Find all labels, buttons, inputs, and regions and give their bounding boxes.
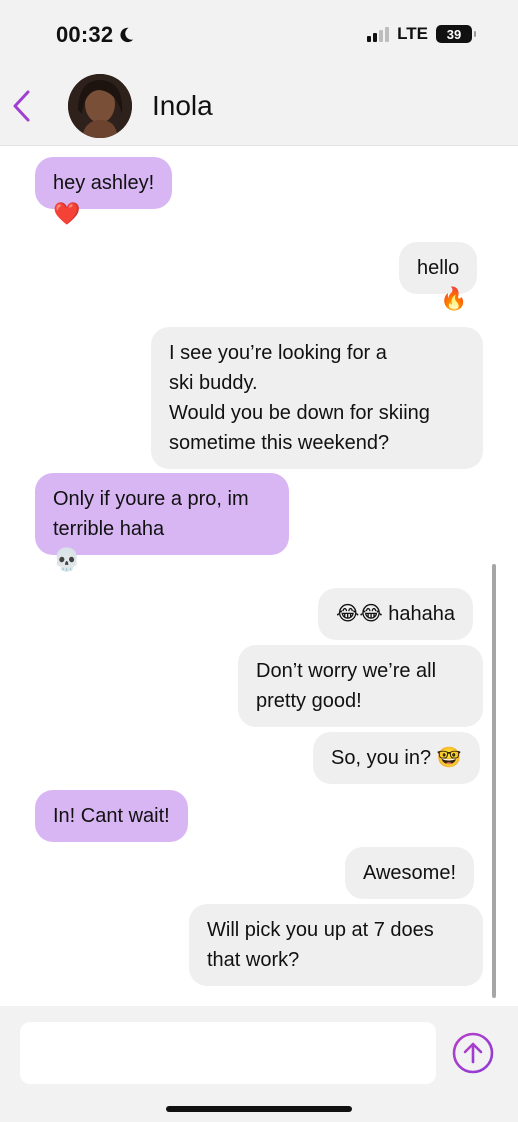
message-list[interactable]: hey ashley! ❤️ hello 🔥 I see you’re look… <box>0 146 518 1006</box>
moon-icon <box>120 27 134 43</box>
back-chevron-icon[interactable] <box>8 86 36 126</box>
network-label: LTE <box>397 24 428 43</box>
message-bubble-outgoing[interactable]: Will pick you up at 7 does that work? <box>189 904 483 986</box>
avatar-photo <box>68 74 132 138</box>
status-time: 00:32 <box>56 22 135 48</box>
message-bubble-incoming[interactable]: Only if youre a pro, im terrible haha <box>35 473 289 555</box>
message-bubble-incoming[interactable]: In! Cant wait! <box>35 790 188 842</box>
message-bubble-outgoing[interactable]: So, you in? 🤓 <box>313 732 480 784</box>
message-bubble-outgoing[interactable]: Awesome! <box>345 847 475 899</box>
skull-reaction-icon: 💀 <box>53 547 81 572</box>
home-indicator[interactable] <box>166 1106 352 1112</box>
avatar[interactable] <box>68 74 132 138</box>
heart-reaction-icon: ❤️ <box>53 201 81 226</box>
fire-reaction-icon: 🔥 <box>440 286 468 311</box>
battery-level: 39 <box>446 26 462 42</box>
message-bubble-outgoing[interactable]: Don’t worry we’re all pretty good! <box>238 645 483 727</box>
status-time-text: 00:32 <box>56 22 114 47</box>
composer <box>0 1006 518 1122</box>
signal-icon <box>367 26 390 42</box>
message-bubble-outgoing[interactable]: I see you’re looking for a ski buddy. Wo… <box>151 327 483 469</box>
send-arrow-up-icon[interactable] <box>452 1032 494 1074</box>
message-bubble-outgoing[interactable]: 😂😂 hahaha <box>318 588 474 640</box>
message-input[interactable] <box>20 1022 436 1084</box>
scrollbar[interactable] <box>492 564 496 998</box>
contact-name[interactable]: Inola <box>152 90 213 122</box>
status-indicators: LTE 39 <box>367 24 476 44</box>
chat-header: Inola <box>0 62 518 146</box>
status-bar: 00:32 LTE 39 <box>0 0 518 62</box>
battery-icon: 39 <box>436 25 476 43</box>
